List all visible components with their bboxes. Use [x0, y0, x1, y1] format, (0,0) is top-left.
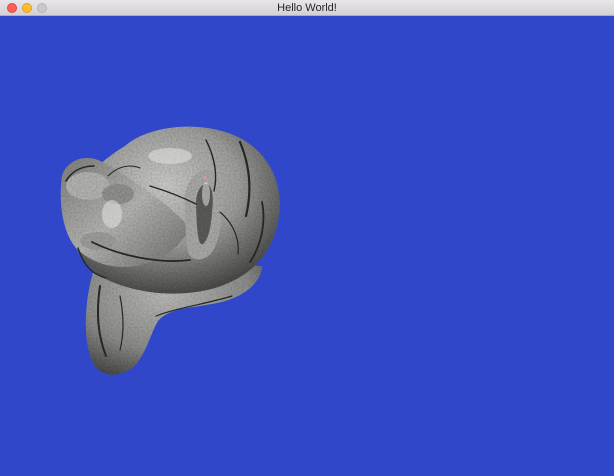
render-viewport[interactable] — [0, 16, 614, 476]
window-title: Hello World! — [277, 2, 337, 14]
title-bar[interactable]: Hello World! — [0, 0, 614, 16]
app-window: Hello World! — [0, 0, 614, 476]
rendered-3d-model — [60, 126, 280, 375]
